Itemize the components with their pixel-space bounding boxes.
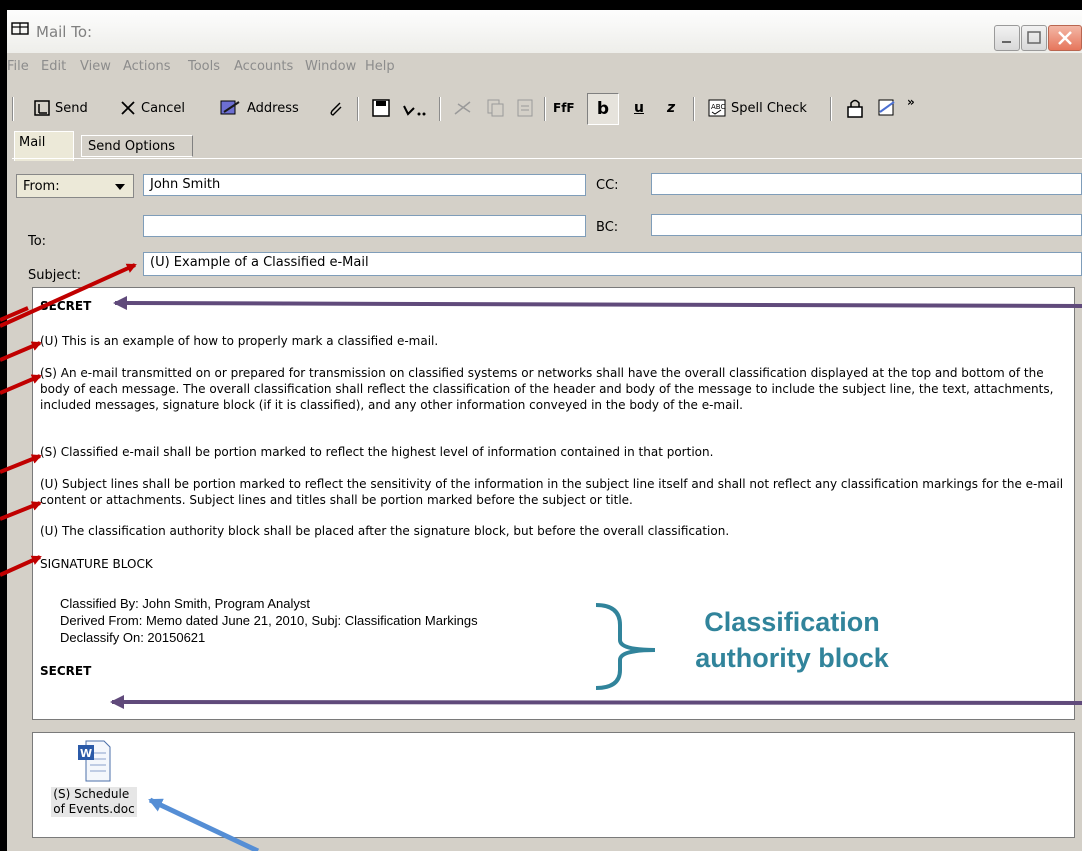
close-button[interactable] [1048,25,1082,51]
from-label: From: [23,179,60,194]
toolbar-grip [12,97,14,121]
underline-button[interactable]: u [634,97,644,119]
copy-icon [487,99,504,117]
font-button[interactable]: FfF [553,97,575,119]
word-document-icon: W [78,740,111,782]
subject-field[interactable]: (U) Example of a Classified e-Mail [143,252,1082,276]
toolbar-separator [439,97,441,121]
attachment-item[interactable]: W (S) Schedule of Events.doc [39,739,149,831]
lock-icon[interactable] [845,97,865,119]
spell-check-button[interactable]: ABC Spell Check [707,97,807,119]
save-icon[interactable] [371,98,391,118]
close-icon [1058,31,1072,45]
attachment-name-line2: of Events.doc [53,802,135,816]
options-icon[interactable] [876,97,898,119]
attach-icon[interactable] [326,99,346,119]
cut-icon [454,101,471,115]
toolbar-separator [544,97,546,121]
window-title: Mail To: [36,23,93,41]
cancel-label: Cancel [141,100,186,116]
toolbar-separator [357,97,359,121]
maximize-icon [1027,31,1041,44]
attachment-name-line1: (S) Schedule [53,787,130,801]
signature-icon[interactable] [402,100,428,118]
spell-check-label: Spell Check [731,100,807,116]
mail-icon [11,22,29,35]
annotation-label: Classification authority block [652,604,932,676]
svg-text:ABC: ABC [711,103,725,111]
title-bar: Mail To: [7,10,1082,53]
menu-edit[interactable]: Edit [41,59,66,74]
toolbar-separator [693,97,695,121]
bc-label: BC: [596,220,619,235]
tab-send-options[interactable]: Send Options [81,135,193,157]
cancel-button[interactable]: Cancel [119,97,185,119]
paragraph-2: (S) An e-mail transmitted on or prepared… [40,366,1054,412]
tab-bar: Mail Send Options [7,129,1082,161]
bc-field[interactable] [651,214,1082,236]
menu-window[interactable]: Window [305,59,356,74]
mail-header-form: From: John Smith CC: To: BC: Subject: (U… [16,157,1082,283]
subject-label: Subject: [28,268,81,283]
declassify-on: Declassify On: 20150621 [60,630,206,645]
toolbar-overflow[interactable]: » [907,91,915,113]
minimize-button[interactable] [994,25,1020,51]
menu-actions[interactable]: Actions [123,59,171,74]
to-label: To: [28,234,47,249]
svg-text:W: W [80,747,92,760]
cc-label: CC: [596,178,619,193]
cancel-icon [121,101,135,115]
paste-icon [517,99,533,117]
chevron-down-icon [115,184,125,190]
maximize-button[interactable] [1021,25,1047,51]
paragraph-1: (U) This is an example of how to properl… [40,334,439,348]
to-field[interactable] [143,215,586,237]
derived-from: Derived From: Memo dated June 21, 2010, … [60,613,478,628]
paragraph-5: (U) The classification authority block s… [40,524,730,538]
signature-block: SIGNATURE BLOCK [40,557,153,571]
menu-tools[interactable]: Tools [188,59,220,74]
paragraph-4: (U) Subject lines shall be portion marke… [40,477,1064,507]
menu-bar: File Edit View Actions Tools Accounts Wi… [7,57,1082,77]
paragraph-3: (S) Classified e-mail shall be portion m… [40,445,714,459]
cc-field[interactable] [651,173,1082,195]
address-button[interactable]: Address [219,97,299,119]
italic-button[interactable]: z [667,97,675,119]
send-icon [34,100,50,116]
bold-button[interactable]: b [587,93,619,125]
classification-banner-top: SECRET [40,299,92,313]
classification-banner-bottom: SECRET [40,664,92,678]
classified-by: Classified By: John Smith, Program Analy… [60,596,310,611]
address-book-icon [220,100,240,115]
from-field[interactable]: John Smith [143,174,586,196]
annotation-line2: authority block [695,643,889,673]
attachment-pane: W (S) Schedule of Events.doc [32,732,1075,838]
annotation-line1: Classification [704,607,880,637]
send-button[interactable]: Send [33,97,88,119]
minimize-icon [1002,41,1011,43]
spell-check-icon: ABC [708,99,726,117]
menu-help[interactable]: Help [365,59,395,74]
menu-accounts[interactable]: Accounts [234,59,293,74]
toolbar-separator [830,97,832,121]
toolbar: Send Cancel Address FfF b u z ABC Spell … [7,87,1082,127]
address-label: Address [247,100,299,116]
send-label: Send [55,100,88,116]
menu-view[interactable]: View [80,59,111,74]
menu-file[interactable]: File [7,59,29,74]
from-dropdown[interactable]: From: [16,174,134,198]
